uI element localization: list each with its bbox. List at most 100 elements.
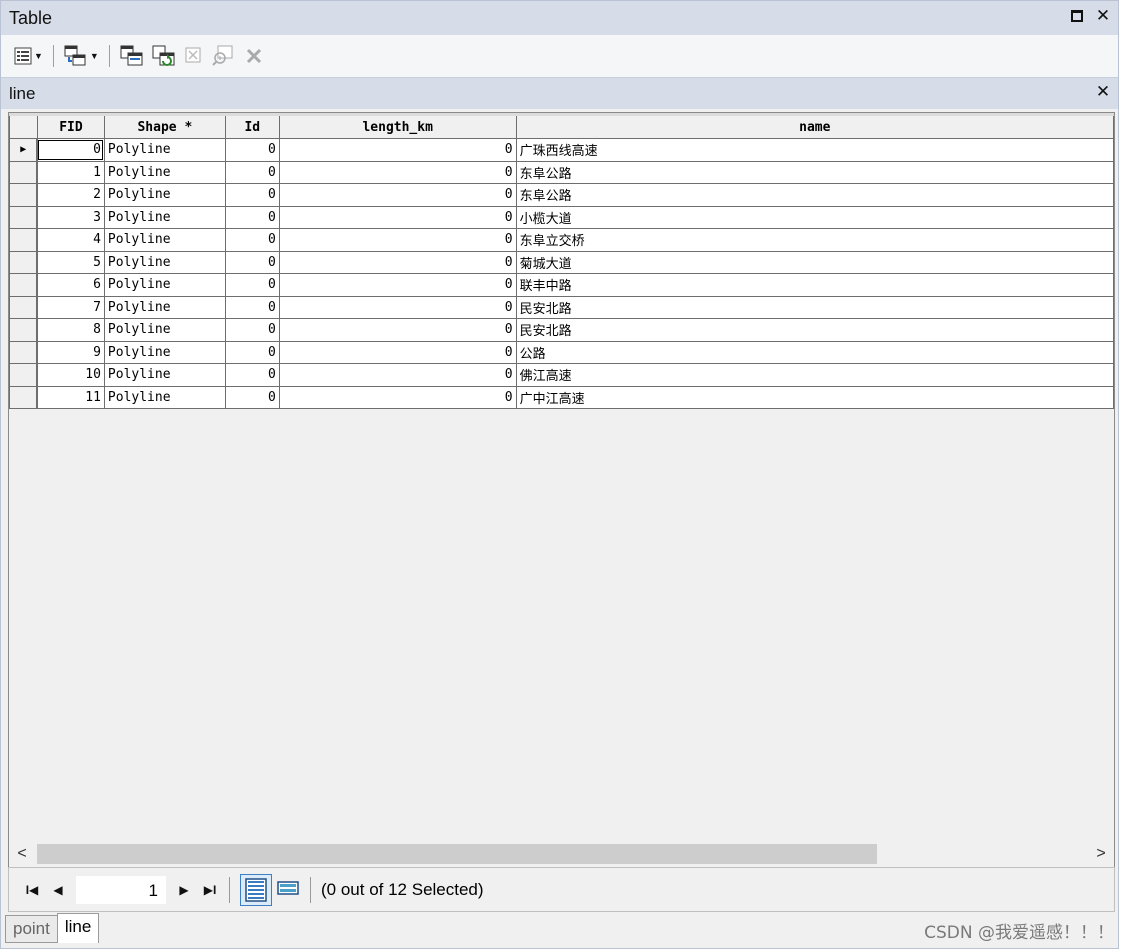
row-selector[interactable]: [9, 385, 39, 409]
cell-shape[interactable]: Polyline: [103, 318, 226, 342]
cell-id[interactable]: 0: [224, 385, 280, 409]
scroll-right-icon[interactable]: >: [1092, 845, 1110, 863]
column-header-fid[interactable]: FID: [36, 113, 105, 139]
cell-shape[interactable]: Polyline: [103, 138, 226, 162]
table-options-button[interactable]: ▼: [11, 42, 46, 70]
row-selector[interactable]: [9, 228, 39, 252]
related-tables-button[interactable]: ▼: [61, 42, 102, 70]
cell-id[interactable]: 0: [224, 363, 280, 387]
cell-shape[interactable]: Polyline: [103, 295, 226, 319]
cell-name[interactable]: 民安北路: [515, 318, 1114, 342]
row-selector[interactable]: [9, 160, 39, 184]
cell-shape[interactable]: Polyline: [103, 250, 226, 274]
close-table-button[interactable]: ✕: [1094, 82, 1112, 102]
tab-line[interactable]: line: [56, 913, 100, 943]
select-by-attributes-button[interactable]: [117, 42, 147, 70]
cell-length-km[interactable]: 0: [278, 340, 517, 364]
first-record-button[interactable]: I◀: [19, 878, 45, 902]
cell-length-km[interactable]: 0: [278, 295, 517, 319]
cell-id[interactable]: 0: [224, 318, 280, 342]
last-record-button[interactable]: ▶I: [197, 878, 223, 902]
cell-length-km[interactable]: 0: [278, 385, 517, 409]
table-row[interactable]: 2 Polyline 0 0 东阜公路: [9, 183, 1114, 207]
cell-length-km[interactable]: 0: [278, 318, 517, 342]
cell-name[interactable]: 联丰中路: [515, 273, 1114, 297]
clear-selection-button[interactable]: [181, 42, 207, 70]
window-titlebar[interactable]: Table ✕: [1, 1, 1118, 35]
cell-length-km[interactable]: 0: [278, 138, 517, 162]
cell-shape[interactable]: Polyline: [103, 205, 226, 229]
table-row[interactable]: 6 Polyline 0 0 联丰中路: [9, 273, 1114, 297]
table-row[interactable]: 5 Polyline 0 0 菊城大道: [9, 250, 1114, 274]
cell-length-km[interactable]: 0: [278, 250, 517, 274]
row-selector[interactable]: [9, 363, 39, 387]
cell-length-km[interactable]: 0: [278, 205, 517, 229]
cell-name[interactable]: 佛江高速: [515, 363, 1114, 387]
column-header-id[interactable]: Id: [224, 113, 280, 139]
row-selector[interactable]: [9, 183, 39, 207]
cell-name[interactable]: 广珠西线高速: [515, 138, 1114, 162]
row-selector[interactable]: [9, 273, 39, 297]
cell-fid[interactable]: 5: [36, 250, 105, 274]
table-row[interactable]: 8 Polyline 0 0 民安北路: [9, 318, 1114, 342]
zoom-to-selected-button[interactable]: [209, 42, 239, 70]
cell-id[interactable]: 0: [224, 183, 280, 207]
cell-name[interactable]: 公路: [515, 340, 1114, 364]
table-row[interactable]: 4 Polyline 0 0 东阜立交桥: [9, 228, 1114, 252]
column-header-length-km[interactable]: length_km: [278, 113, 517, 139]
maximize-button[interactable]: [1068, 6, 1086, 26]
cell-length-km[interactable]: 0: [278, 183, 517, 207]
cell-id[interactable]: 0: [224, 273, 280, 297]
row-selector[interactable]: [9, 340, 39, 364]
cell-fid[interactable]: 1: [36, 160, 105, 184]
column-header-name[interactable]: name: [515, 113, 1114, 139]
cell-name[interactable]: 东阜公路: [515, 160, 1114, 184]
scrollbar-thumb[interactable]: [37, 844, 877, 864]
table-row[interactable]: 3 Polyline 0 0 小榄大道: [9, 205, 1114, 229]
cell-shape[interactable]: Polyline: [103, 183, 226, 207]
previous-record-button[interactable]: ◀: [45, 878, 71, 902]
row-selector[interactable]: [9, 318, 39, 342]
cell-id[interactable]: 0: [224, 138, 280, 162]
cell-id[interactable]: 0: [224, 160, 280, 184]
cell-length-km[interactable]: 0: [278, 160, 517, 184]
next-record-button[interactable]: ▶: [171, 878, 197, 902]
scroll-left-icon[interactable]: <: [13, 845, 31, 863]
row-selector[interactable]: [9, 250, 39, 274]
cell-id[interactable]: 0: [224, 295, 280, 319]
table-row[interactable]: ▶ 0 Polyline 0 0 广珠西线高速: [9, 138, 1114, 162]
row-selector[interactable]: [9, 205, 39, 229]
cell-shape[interactable]: Polyline: [103, 160, 226, 184]
cell-fid[interactable]: 7: [36, 295, 105, 319]
table-row[interactable]: 11 Polyline 0 0 广中江高速: [9, 385, 1114, 409]
table-row[interactable]: 1 Polyline 0 0 东阜公路: [9, 160, 1114, 184]
table-row[interactable]: 7 Polyline 0 0 民安北路: [9, 295, 1114, 319]
cell-id[interactable]: 0: [224, 340, 280, 364]
cell-name[interactable]: 东阜公路: [515, 183, 1114, 207]
close-window-button[interactable]: ✕: [1094, 6, 1112, 26]
cell-id[interactable]: 0: [224, 228, 280, 252]
show-all-records-button[interactable]: [240, 873, 272, 906]
column-header-shape[interactable]: Shape *: [103, 113, 226, 139]
row-selector[interactable]: ▶: [9, 138, 39, 162]
cell-length-km[interactable]: 0: [278, 228, 517, 252]
current-record-input[interactable]: 1: [75, 874, 167, 905]
cell-length-km[interactable]: 0: [278, 363, 517, 387]
cell-length-km[interactable]: 0: [278, 273, 517, 297]
cell-fid[interactable]: 4: [36, 228, 105, 252]
cell-fid[interactable]: 6: [36, 273, 105, 297]
cell-shape[interactable]: Polyline: [103, 385, 226, 409]
table-row[interactable]: 10 Polyline 0 0 佛江高速: [9, 363, 1114, 387]
cell-id[interactable]: 0: [224, 250, 280, 274]
cell-name[interactable]: 小榄大道: [515, 205, 1114, 229]
cell-name[interactable]: 广中江高速: [515, 385, 1114, 409]
show-selected-records-button[interactable]: [272, 874, 304, 906]
cell-fid[interactable]: 11: [36, 385, 105, 409]
cell-fid[interactable]: 3: [36, 205, 105, 229]
cell-name[interactable]: 菊城大道: [515, 250, 1114, 274]
cell-shape[interactable]: Polyline: [103, 340, 226, 364]
table-row[interactable]: 9 Polyline 0 0 公路: [9, 340, 1114, 364]
delete-selected-button[interactable]: [241, 42, 267, 70]
row-selector[interactable]: [9, 295, 39, 319]
cell-fid[interactable]: 2: [36, 183, 105, 207]
